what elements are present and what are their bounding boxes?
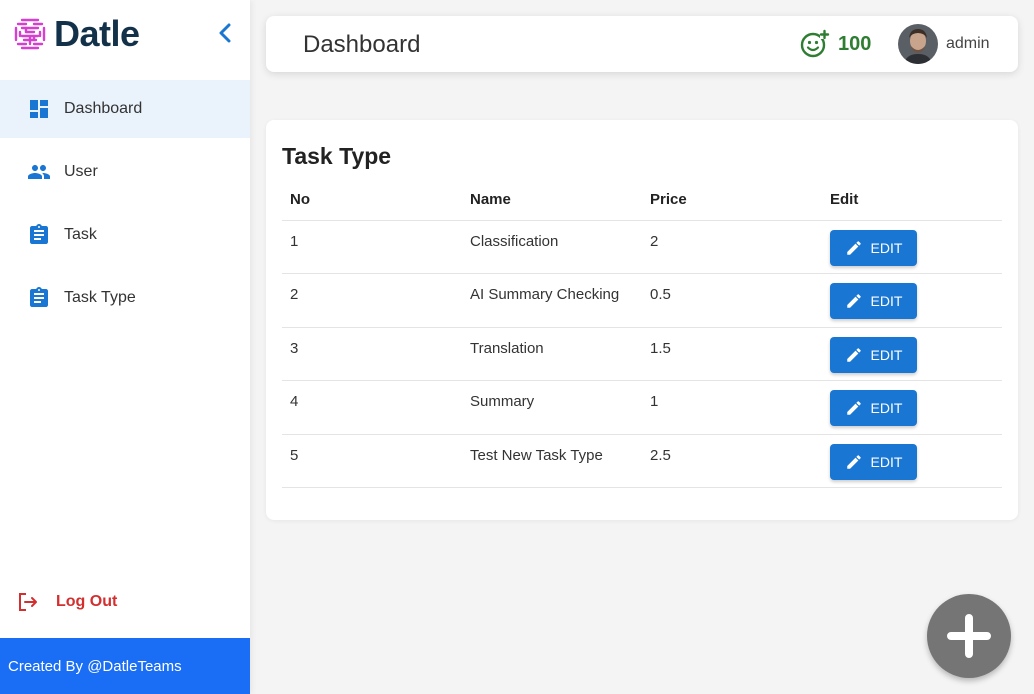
username: admin	[946, 35, 990, 52]
sidebar-item-label: User	[64, 163, 98, 180]
card-title: Task Type	[282, 143, 392, 169]
cell-price: 1.5	[642, 327, 822, 381]
cell-price: 1	[642, 380, 822, 435]
page-title: Dashboard	[303, 31, 421, 58]
edit-button[interactable]: EDIT	[830, 283, 917, 319]
edit-label: EDIT	[870, 400, 903, 416]
edit-label: EDIT	[870, 293, 903, 309]
cell-price: 2	[642, 220, 822, 274]
points-indicator: 100	[800, 29, 871, 59]
brand[interactable]: Datle	[12, 14, 140, 54]
footer-credit: Created By @DatleTeams	[8, 657, 182, 675]
cell-name: Translation	[462, 327, 642, 381]
smiley-plus-icon	[800, 29, 830, 58]
cell-price: 2.5	[642, 434, 822, 488]
collapse-sidebar-button[interactable]	[214, 22, 236, 44]
edit-label: EDIT	[870, 453, 903, 470]
cell-edit: EDIT	[822, 273, 1002, 328]
add-task-type-button[interactable]	[927, 594, 1011, 678]
topbar: Dashboard 100 admin	[266, 16, 1018, 72]
clipboard-icon	[26, 285, 52, 311]
datle-logo-icon	[14, 18, 46, 50]
table-row: 5 Test New Task Type 2.5 EDIT	[282, 434, 1002, 488]
column-header-edit: Edit	[822, 180, 1002, 221]
cell-name: Summary	[462, 380, 642, 435]
clipboard-icon	[26, 222, 52, 248]
plus-icon	[947, 614, 991, 658]
edit-button[interactable]: EDIT	[830, 336, 917, 373]
dashboard-icon	[26, 96, 52, 122]
sidebar-item-user[interactable]: User	[0, 143, 250, 201]
sidebar-item-dashboard[interactable]: Dashboard	[0, 80, 250, 138]
sidebar-item-label: Task Type	[64, 289, 136, 306]
avatar[interactable]	[898, 24, 938, 64]
cell-no: 3	[282, 327, 462, 381]
cell-edit: EDIT	[822, 220, 1002, 274]
cell-edit: EDIT	[822, 434, 1002, 488]
points-value: 100	[838, 32, 872, 55]
table-row: 2 AI Summary Checking 0.5 EDIT	[282, 273, 1002, 328]
edit-label: EDIT	[870, 346, 903, 363]
table-row: 3 Translation 1.5 EDIT	[282, 327, 1002, 381]
edit-button[interactable]: EDIT	[830, 229, 917, 266]
logout-label: Log Out	[56, 593, 118, 610]
table-row: 4 Summary 1 EDIT	[282, 380, 1002, 435]
pencil-icon	[846, 454, 861, 469]
sidebar-item-label: Task	[64, 226, 97, 243]
cell-name: Classification	[462, 220, 642, 274]
cell-edit: EDIT	[822, 380, 1002, 435]
sidebar-nav: Dashboard User Task Task Type	[0, 80, 250, 332]
brand-name: Datle	[54, 13, 140, 54]
column-header-name: Name	[462, 180, 642, 221]
sidebar-item-task-type[interactable]: Task Type	[0, 269, 250, 327]
cell-name: Test New Task Type	[462, 434, 642, 488]
chevron-left-icon	[219, 23, 231, 43]
sidebar-item-label: Dashboard	[64, 100, 143, 117]
users-icon	[26, 159, 52, 185]
sidebar: Datle Dashboard User Task Task Type Log …	[0, 0, 250, 694]
pencil-icon	[846, 347, 861, 362]
user-menu[interactable]: admin	[898, 24, 990, 64]
sidebar-item-task[interactable]: Task	[0, 206, 250, 264]
cell-price: 0.5	[642, 273, 822, 328]
edit-label: EDIT	[870, 239, 903, 256]
cell-no: 1	[282, 220, 462, 274]
pencil-icon	[846, 294, 861, 308]
cell-no: 2	[282, 273, 462, 328]
task-type-table: No Name Price Edit 1 Classification 2 ED…	[282, 180, 1002, 488]
cell-name: AI Summary Checking	[462, 273, 642, 328]
sidebar-footer: Created By @DatleTeams	[0, 638, 250, 694]
column-header-no: No	[282, 180, 462, 221]
table-row: 1 Classification 2 EDIT	[282, 220, 1002, 274]
cell-edit: EDIT	[822, 327, 1002, 381]
cell-no: 5	[282, 434, 462, 488]
table-header-row: No Name Price Edit	[282, 180, 1002, 221]
logout-button[interactable]: Log Out	[16, 590, 117, 614]
cell-no: 4	[282, 380, 462, 435]
column-header-price: Price	[642, 180, 822, 221]
task-type-card: Task Type No Name Price Edit 1 Classific…	[266, 120, 1018, 520]
logout-icon	[19, 593, 37, 611]
pencil-icon	[846, 240, 861, 255]
edit-button[interactable]: EDIT	[830, 390, 917, 426]
edit-button[interactable]: EDIT	[830, 443, 917, 480]
pencil-icon	[846, 401, 861, 415]
